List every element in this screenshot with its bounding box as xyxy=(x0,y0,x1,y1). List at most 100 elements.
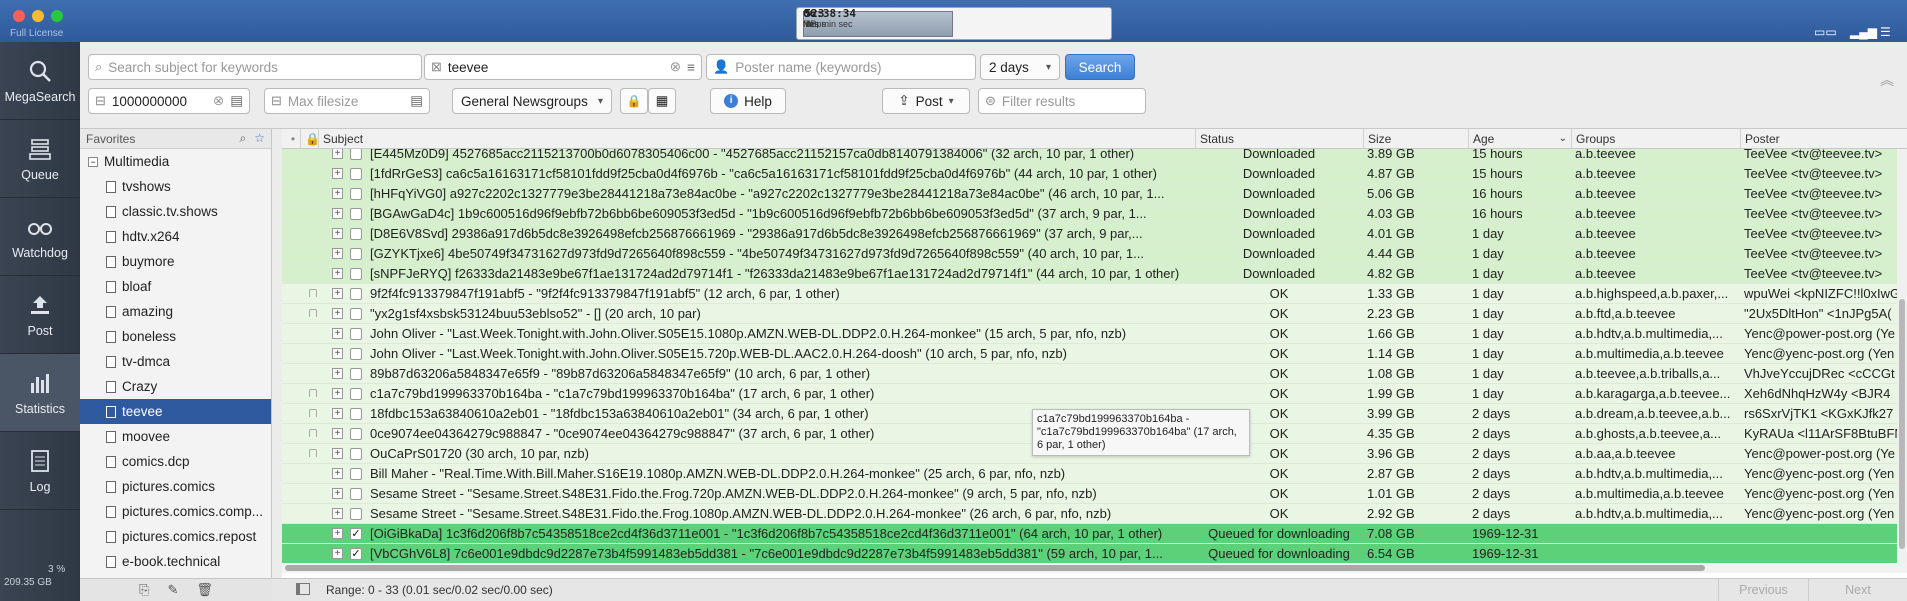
table-row[interactable]: + c1a7c79bd199963370b164ba - "c1a7c79bd19… xyxy=(282,384,1907,404)
expand-icon[interactable]: + xyxy=(332,268,343,279)
favorites-group[interactable]: − Multimedia xyxy=(80,149,271,174)
table-row[interactable]: + [hHFqYiVG0] a927c2202c1327779e3be284412… xyxy=(282,184,1907,204)
status-column-header[interactable]: Status xyxy=(1195,129,1363,149)
close-window-button[interactable] xyxy=(13,10,25,22)
row-checkbox[interactable] xyxy=(350,468,362,480)
row-checkbox[interactable] xyxy=(350,248,362,260)
table-row[interactable]: + ✓ [VbCGhV6L8] 7c6e001e9dbdc9d2287e73b4f5… xyxy=(282,544,1907,564)
expand-icon[interactable]: + xyxy=(332,368,343,379)
favorite-item[interactable]: Crazy xyxy=(80,374,271,399)
nav-watchdog[interactable]: Watchdog xyxy=(0,198,80,276)
collapse-icon[interactable]: − xyxy=(88,156,98,167)
favorite-item[interactable]: bloaf xyxy=(80,274,271,299)
subject-column-header[interactable]: Subject xyxy=(318,129,1232,149)
expand-icon[interactable]: + xyxy=(332,448,343,459)
search-button[interactable]: Search xyxy=(1065,54,1135,80)
edit-favorite-icon[interactable]: ✎ xyxy=(167,582,178,598)
max-filesize-input[interactable]: ⊟ Max filesize ▤ xyxy=(264,88,430,114)
post-button[interactable]: ⇪ Post ▾ xyxy=(882,88,970,114)
horizontal-scrollbar[interactable] xyxy=(282,563,1907,573)
previous-button[interactable]: Previous xyxy=(1718,579,1808,601)
sidebar-toggle-icon[interactable] xyxy=(296,583,310,595)
age-select[interactable]: 2 days ▾ xyxy=(980,54,1060,80)
row-checkbox[interactable] xyxy=(350,508,362,520)
newsgroup-input[interactable]: ⊠ teevee ⊗ ≡ xyxy=(424,54,702,80)
signal-icon[interactable]: ▂▄▆ xyxy=(1850,25,1877,39)
dot-column-header[interactable]: • xyxy=(282,129,300,149)
expand-icon[interactable]: + xyxy=(332,468,343,479)
expand-icon[interactable]: + xyxy=(332,188,343,199)
scroll-thumb[interactable] xyxy=(1899,299,1905,549)
clear-icon[interactable]: ⊗ xyxy=(670,59,681,75)
scroll-thumb[interactable] xyxy=(285,565,1705,571)
nav-log[interactable]: Log xyxy=(0,432,80,510)
favorite-item[interactable]: comics.dcp xyxy=(80,449,271,474)
row-checkbox[interactable] xyxy=(350,388,362,400)
expand-icon[interactable]: + xyxy=(332,208,343,219)
row-checkbox[interactable]: ✓ xyxy=(350,528,362,540)
row-checkbox[interactable] xyxy=(350,428,362,440)
collapse-icon[interactable]: ︽ xyxy=(1880,70,1894,90)
expand-icon[interactable]: + xyxy=(332,508,343,519)
favorite-item[interactable]: tvshows xyxy=(80,174,271,199)
favorite-item[interactable]: amazing xyxy=(80,299,271,324)
subject-search-input[interactable]: ⌕ Search subject for keywords xyxy=(88,54,422,80)
expand-icon[interactable]: + xyxy=(332,328,343,339)
size-column-header[interactable]: Size xyxy=(1363,129,1468,149)
table-row[interactable]: + Bill Maher - "Real.Time.With.Bill.Maher… xyxy=(282,464,1907,484)
nav-megasearch[interactable]: MegaSearch xyxy=(0,42,80,120)
expand-icon[interactable]: + xyxy=(332,228,343,239)
row-checkbox[interactable] xyxy=(350,348,362,360)
favorite-item[interactable]: pictures.comics xyxy=(80,474,271,499)
table-row[interactable]: + "yx2g1sf4xsbsk53124buu53eblso52" - [] (… xyxy=(282,304,1907,324)
trash-icon[interactable]: 🗑 xyxy=(196,582,213,598)
favorite-item[interactable]: teevee xyxy=(80,399,271,424)
favorite-item[interactable]: pictures.comics.comp... xyxy=(80,499,271,524)
star-icon[interactable]: ☆ xyxy=(254,131,265,146)
lock-column-header[interactable]: 🔒 xyxy=(300,129,318,149)
connection-icon[interactable]: ▭▭ xyxy=(1814,25,1837,39)
expand-icon[interactable]: + xyxy=(332,248,343,259)
favorite-item[interactable]: classic.tv.shows xyxy=(80,199,271,224)
table-row[interactable]: + Sesame Street - "Sesame.Street.S48E31.F… xyxy=(282,484,1907,504)
nav-post[interactable]: Post xyxy=(0,276,80,354)
menu-icon[interactable]: ☰ xyxy=(1880,25,1891,39)
favorite-item[interactable]: pictures.comics.repost xyxy=(80,524,271,549)
zoom-window-button[interactable] xyxy=(51,10,63,22)
expand-icon[interactable]: + xyxy=(332,408,343,419)
expand-icon[interactable]: + xyxy=(332,308,343,319)
row-checkbox[interactable] xyxy=(350,208,362,220)
poster-column-header[interactable]: Poster xyxy=(1740,129,1907,149)
row-checkbox[interactable] xyxy=(350,148,362,160)
row-checkbox[interactable] xyxy=(350,308,362,320)
table-row[interactable]: + Sesame Street - "Sesame.Street.S48E31.F… xyxy=(282,504,1907,524)
expand-icon[interactable]: + xyxy=(332,428,343,439)
table-row[interactable]: + [sNPFJeRYQ] f26333da21483e9be67f1ae1317… xyxy=(282,264,1907,284)
grid-button[interactable]: ▦ xyxy=(648,88,676,114)
add-favorite-icon[interactable]: ⎘ xyxy=(139,582,149,598)
favorite-item[interactable]: e-book.technical xyxy=(80,549,271,574)
row-checkbox[interactable]: ✓ xyxy=(350,548,362,560)
vertical-scrollbar[interactable] xyxy=(1897,149,1907,563)
row-checkbox[interactable] xyxy=(350,408,362,420)
next-button[interactable]: Next xyxy=(1808,579,1907,601)
expand-icon[interactable]: + xyxy=(332,168,343,179)
menu-icon[interactable]: ▤ xyxy=(230,93,243,109)
row-checkbox[interactable] xyxy=(350,328,362,340)
expand-icon[interactable]: + xyxy=(332,288,343,299)
sort-icon[interactable]: ≡ xyxy=(687,60,695,75)
table-row[interactable]: + [D8E6V8Svd] 29386a917d6b5dc8e3926498efc… xyxy=(282,224,1907,244)
table-row[interactable]: + [BGAwGaD4c] 1b9c600516d96f9ebfb72b6bb6b… xyxy=(282,204,1907,224)
table-row[interactable]: + John Oliver - "Last.Week.Tonight.with.J… xyxy=(282,324,1907,344)
table-row[interactable]: +89b87d63206a5848347e65f9 - "89b87d63206… xyxy=(282,364,1907,384)
expand-icon[interactable]: + xyxy=(332,348,343,359)
favorite-item[interactable]: hdtv.x264 xyxy=(80,224,271,249)
row-checkbox[interactable] xyxy=(350,448,362,460)
age-column-header[interactable]: Age ⌄ xyxy=(1468,129,1571,149)
lock-button[interactable]: 🔒 xyxy=(620,88,648,114)
table-row[interactable]: + ✓ [OiGiBkaDa] 1c3f6d206f8b7c54358518ce2c… xyxy=(282,524,1907,544)
search-icon[interactable]: ⌕ xyxy=(240,131,247,146)
table-row[interactable]: + [1fdRrGeS3] ca6c5a16163171cf58101fdd9f2… xyxy=(282,164,1907,184)
min-filesize-input[interactable]: ⊟ 1000000000 ⊗ ▤ xyxy=(88,88,250,114)
row-checkbox[interactable] xyxy=(350,368,362,380)
